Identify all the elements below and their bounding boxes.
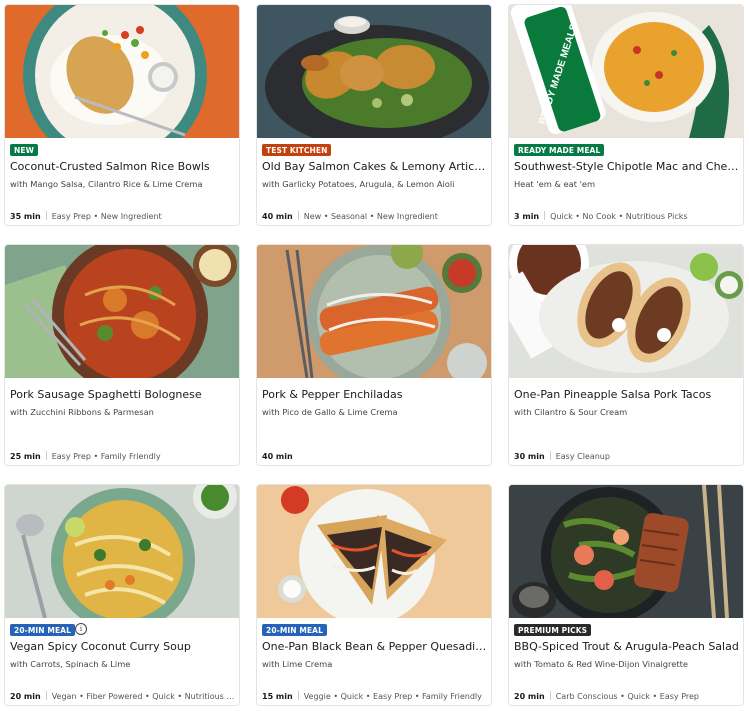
recipe-subtitle: Heat 'em & eat 'em: [514, 179, 596, 189]
recipe-image[interactable]: [5, 245, 239, 378]
recipe-meta: 35 min Easy Prep • New Ingredient: [10, 211, 236, 222]
recipe-card[interactable]: One-Pan Pineapple Salsa Pork Tacos with …: [508, 244, 744, 466]
recipe-tags: Carb Conscious • Quick • Easy Prep: [555, 692, 700, 701]
badge-ready-made-meal: READY MADE MEAL: [514, 144, 605, 156]
recipe-image[interactable]: [5, 5, 239, 138]
recipe-subtitle: with Zucchini Ribbons & Parmesan: [10, 407, 154, 417]
recipe-title[interactable]: Pork Sausage Spaghetti Bolognese: [10, 388, 236, 402]
recipe-meta: 20 min Carb Conscious • Quick • Easy Prep: [514, 691, 740, 702]
recipe-tags: Veggie • Quick • Easy Prep • Family Frie…: [303, 692, 482, 701]
recipe-subtitle: with Cilantro & Sour Cream: [514, 407, 628, 417]
recipe-tags: New • Seasonal • New Ingredient: [303, 212, 438, 221]
recipe-image[interactable]: [5, 485, 239, 618]
recipe-meta: 15 min Veggie • Quick • Easy Prep • Famil…: [262, 691, 488, 702]
prep-time: 40 min: [262, 212, 293, 221]
recipe-title[interactable]: BBQ-Spiced Trout & Arugula-Peach Salad: [514, 640, 740, 654]
recipe-subtitle: with Mango Salsa, Cilantro Rice & Lime C…: [10, 179, 203, 189]
recipe-meta: 25 min Easy Prep • Family Friendly: [10, 451, 236, 462]
badge-20-min-meal: 20-MIN MEAL: [262, 624, 327, 636]
prep-time: 40 min: [262, 452, 293, 461]
info-icon[interactable]: i: [75, 623, 87, 635]
recipe-card[interactable]: TEST KITCHEN Old Bay Salmon Cakes & Lemo…: [256, 4, 492, 226]
prep-time: 20 min: [10, 692, 41, 701]
badge-20-min-meal: 20-MIN MEAL: [10, 624, 75, 636]
recipe-meta: 20 min Vegan • Fiber Powered • Quick • Nu…: [10, 691, 236, 702]
recipe-card[interactable]: NEW Coconut-Crusted Salmon Rice Bowls wi…: [4, 4, 240, 226]
recipe-tags: Easy Cleanup: [555, 452, 610, 461]
recipe-title[interactable]: Southwest-Style Chipotle Mac and Cheese: [514, 160, 740, 174]
recipe-card[interactable]: PREMIUM PICKS BBQ-Spiced Trout & Arugula…: [508, 484, 744, 706]
recipe-title[interactable]: Pork & Pepper Enchiladas: [262, 388, 488, 402]
recipe-card[interactable]: 20-MIN MEAL One-Pan Black Bean & Pepper …: [256, 484, 492, 706]
prep-time: 15 min: [262, 692, 293, 701]
recipe-tags: Easy Prep • Family Friendly: [51, 452, 161, 461]
recipe-meta: 30 min Easy Cleanup: [514, 451, 740, 462]
recipe-subtitle: with Garlicky Potatoes, Arugula, & Lemon…: [262, 179, 455, 189]
recipe-subtitle: with Pico de Gallo & Lime Crema: [262, 407, 398, 417]
recipe-image[interactable]: [257, 485, 491, 618]
recipe-meta: 40 min: [262, 451, 488, 462]
recipe-card[interactable]: READY MADE MEALS READY MADE MEAL Southwe…: [508, 4, 744, 226]
recipe-meta: 3 min Quick • No Cook • Nutritious Picks: [514, 211, 740, 222]
recipe-image[interactable]: [257, 5, 491, 138]
prep-time: 3 min: [514, 212, 540, 221]
recipe-title[interactable]: Old Bay Salmon Cakes & Lemony Artichoke …: [262, 160, 488, 174]
recipe-image[interactable]: [257, 245, 491, 378]
recipe-image[interactable]: READY MADE MEALS: [509, 5, 743, 138]
recipe-card[interactable]: 20-MIN MEAL i Vegan Spicy Coconut Curry …: [4, 484, 240, 706]
recipe-subtitle: with Lime Crema: [262, 659, 333, 669]
recipe-image[interactable]: [509, 485, 743, 618]
recipe-title[interactable]: One-Pan Pineapple Salsa Pork Tacos: [514, 388, 740, 402]
recipe-image[interactable]: [509, 245, 743, 378]
prep-time: 30 min: [514, 452, 545, 461]
recipe-subtitle: with Tomato & Red Wine-Dijon Vinaigrette: [514, 659, 688, 669]
recipe-meta: 40 min New • Seasonal • New Ingredient: [262, 211, 488, 222]
recipe-title[interactable]: Coconut-Crusted Salmon Rice Bowls: [10, 160, 236, 174]
recipe-title[interactable]: One-Pan Black Bean & Pepper Quesadillas: [262, 640, 488, 654]
recipe-title[interactable]: Vegan Spicy Coconut Curry Soup: [10, 640, 236, 654]
recipe-card[interactable]: Pork & Pepper Enchiladas with Pico de Ga…: [256, 244, 492, 466]
recipe-tags: Vegan • Fiber Powered • Quick • Nutritio…: [51, 692, 236, 701]
prep-time: 20 min: [514, 692, 545, 701]
badge-test-kitchen: TEST KITCHEN: [262, 144, 332, 156]
recipe-card[interactable]: Pork Sausage Spaghetti Bolognese with Zu…: [4, 244, 240, 466]
badge-premium-picks: PREMIUM PICKS: [514, 624, 592, 636]
prep-time: 25 min: [10, 452, 41, 461]
recipe-subtitle: with Carrots, Spinach & Lime: [10, 659, 131, 669]
prep-time: 35 min: [10, 212, 41, 221]
recipe-tags: Quick • No Cook • Nutritious Picks: [550, 212, 688, 221]
badge-new: NEW: [10, 144, 38, 156]
recipe-tags: Easy Prep • New Ingredient: [51, 212, 162, 221]
recipe-grid: NEW Coconut-Crusted Salmon Rice Bowls wi…: [0, 0, 749, 711]
